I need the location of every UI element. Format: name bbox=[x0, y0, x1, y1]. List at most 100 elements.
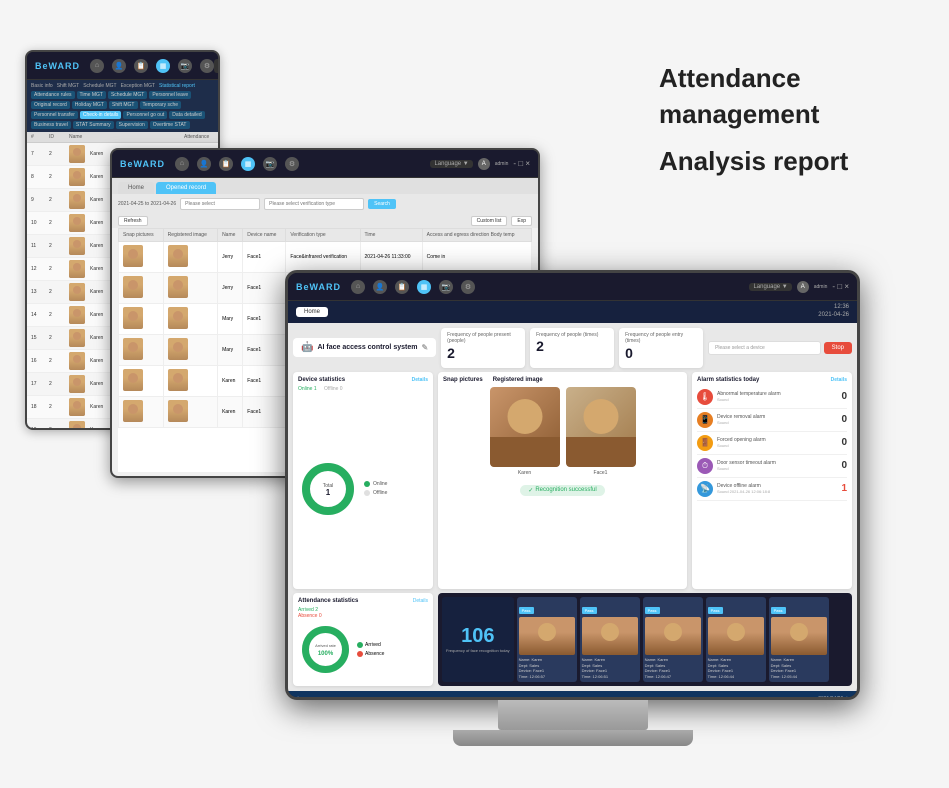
alarm-details-link[interactable]: Details bbox=[831, 377, 847, 383]
thumb2-info: Name: KarenDept: SalesDevice: Face1Time:… bbox=[582, 657, 638, 679]
sub-supervision[interactable]: Supervision bbox=[116, 121, 148, 129]
nav-icon-cam[interactable]: 📷 bbox=[178, 59, 192, 73]
nav-icon-home[interactable]: ⌂ bbox=[90, 59, 104, 73]
tab-home[interactable]: Home bbox=[118, 182, 154, 194]
door-alarm-count: 0 bbox=[835, 460, 847, 471]
sub-datadetail[interactable]: Data detailed bbox=[169, 111, 204, 119]
search-input[interactable] bbox=[180, 198, 260, 210]
search-btn[interactable]: Search bbox=[368, 199, 396, 209]
large-admin-avatar: A bbox=[797, 281, 809, 293]
face-recognition-card: Snap pictures Registered image Karen Fac… bbox=[438, 372, 687, 590]
th-verif: Verification type bbox=[286, 229, 360, 242]
device-stats-detail[interactable]: Details bbox=[412, 377, 428, 383]
stop-btn[interactable]: Stop bbox=[824, 342, 852, 354]
alarm-title-label: Alarm statistics today bbox=[697, 377, 759, 383]
nav-icon-user[interactable]: 👤 bbox=[112, 59, 126, 73]
td-verif: Face&infrared verification bbox=[286, 242, 360, 273]
med-navbar: BeWARD ⌂ 👤 📋 ▦ 📷 ⚙ Language ▼ A admin - … bbox=[112, 150, 538, 178]
snap-img bbox=[123, 338, 143, 360]
list-header: # ID Name Attendance bbox=[27, 132, 218, 143]
door-alarm-label: Door sensor timeout alarm Sound bbox=[717, 460, 831, 472]
sub-holiday[interactable]: Holiday MGT bbox=[72, 101, 107, 109]
med-nav-gear[interactable]: ⚙ bbox=[285, 157, 299, 171]
thumb1-img bbox=[519, 617, 575, 655]
attendance-title-row: Attendance statistics Details bbox=[298, 598, 428, 604]
large-nav-doc[interactable]: 📋 bbox=[395, 280, 409, 294]
sub-stat[interactable]: STAT Summary bbox=[73, 121, 114, 129]
offline-legend-label: Offline bbox=[373, 490, 387, 496]
lang-btn[interactable]: Language ▼ bbox=[214, 59, 220, 73]
sub-shift2[interactable]: Shift MGT bbox=[109, 101, 138, 109]
search-input2[interactable] bbox=[264, 198, 364, 210]
export-btn[interactable]: Exp bbox=[511, 216, 532, 226]
attendance-detail[interactable]: Details bbox=[413, 598, 428, 604]
refresh-btn[interactable]: Refresh bbox=[118, 216, 148, 226]
td-device: Face1 bbox=[243, 304, 286, 335]
med-nav-user[interactable]: 👤 bbox=[197, 157, 211, 171]
sub-attendance[interactable]: Attendance rules bbox=[31, 91, 75, 99]
custom-list-btn[interactable]: Custom list bbox=[471, 216, 508, 226]
alarm-item-forced: 🚪 Forced opening alarm Sound 0 bbox=[697, 432, 847, 455]
face-card-headers: Snap pictures Registered image bbox=[443, 377, 682, 383]
large-nav-home[interactable]: ⌂ bbox=[351, 280, 365, 294]
med-nav-active[interactable]: ▦ bbox=[241, 157, 255, 171]
med-nav-cam[interactable]: 📷 bbox=[263, 157, 277, 171]
med-nav-home[interactable]: ⌂ bbox=[175, 157, 189, 171]
att-legend: Arrived Absence bbox=[357, 642, 384, 657]
reg-img bbox=[168, 276, 188, 298]
tab-opened-record[interactable]: Opened record bbox=[156, 182, 216, 194]
device-stats-title: Device statistics Details bbox=[298, 377, 428, 383]
device-select[interactable]: Please select a device bbox=[708, 341, 821, 355]
snap-face-col: Karen bbox=[490, 387, 560, 476]
sub-time[interactable]: Time MGT bbox=[77, 91, 106, 99]
home-topbar-btn[interactable]: Home bbox=[296, 307, 328, 317]
large-status-bar: ⊙ 2021/04/26 ◎ bbox=[288, 691, 857, 700]
large-nav-user[interactable]: 👤 bbox=[373, 280, 387, 294]
sub-sched[interactable]: Schedule MGT bbox=[108, 91, 147, 99]
col-attendance: Attendance bbox=[184, 134, 214, 140]
freq-times-label: Frequency of people (times) bbox=[536, 332, 598, 339]
sub-original[interactable]: Original record bbox=[31, 101, 70, 109]
large-monitor-base bbox=[453, 730, 693, 746]
nav-icon-gear[interactable]: ⚙ bbox=[200, 59, 214, 73]
menu-shift[interactable]: Shift MGT bbox=[57, 83, 80, 89]
sub-transfer[interactable]: Personnel transfer bbox=[31, 111, 78, 119]
td-device: Face1 bbox=[243, 335, 286, 366]
menu-statistical[interactable]: Statistical report bbox=[159, 83, 195, 89]
large-nav-cam[interactable]: 📷 bbox=[439, 280, 453, 294]
alarm-item-temp: 🌡 Abnormal temperature alarm Sound 0 bbox=[697, 386, 847, 409]
small-nav-icons: ⌂ 👤 📋 ▦ 📷 ⚙ bbox=[90, 59, 214, 73]
sub-checkin[interactable]: Check-in details bbox=[80, 111, 122, 119]
menu-basic[interactable]: Basic info bbox=[31, 83, 53, 89]
sub-temp[interactable]: Temporary sche bbox=[140, 101, 182, 109]
device-alarm-sub: Sound bbox=[717, 420, 831, 425]
nav-icon-doc[interactable]: 📋 bbox=[134, 59, 148, 73]
menu-schedule[interactable]: Schedule MGT bbox=[83, 83, 116, 89]
med-search-bar: 2021-04-25 to 2021-04-26 Search bbox=[112, 194, 538, 214]
sub-overtime[interactable]: Overtime STAT bbox=[150, 121, 190, 129]
sub-leave[interactable]: Personnel leave bbox=[149, 91, 191, 99]
menu-exception[interactable]: Exception MGT bbox=[121, 83, 155, 89]
thumb3-face bbox=[664, 623, 682, 641]
large-lang-btn[interactable]: Language ▼ bbox=[749, 283, 791, 291]
thumb5-info: Name: KarenDept: SalesDevice: Face1Time:… bbox=[771, 657, 827, 679]
med-nav-doc[interactable]: 📋 bbox=[219, 157, 233, 171]
nav-icon-active[interactable]: ▦ bbox=[156, 59, 170, 73]
large-nav-active[interactable]: ▦ bbox=[417, 280, 431, 294]
th-device: Device name bbox=[243, 229, 286, 242]
small-nav-right: Language ▼ A admin - □ × bbox=[214, 57, 220, 75]
med-lang-btn[interactable]: Language ▼ bbox=[430, 160, 472, 168]
sub-business[interactable]: Business travel bbox=[31, 121, 71, 129]
sub-goout[interactable]: Personnel go out bbox=[123, 111, 167, 119]
large-topbar: Home 12:36 2021-04-26 bbox=[288, 301, 857, 323]
forced-alarm-sub: Sound bbox=[717, 443, 831, 448]
table-row[interactable]: Jerry Face1 Face&infrared verification 2… bbox=[119, 242, 532, 273]
online-legend-label: Online bbox=[373, 481, 387, 487]
large-nav-gear[interactable]: ⚙ bbox=[461, 280, 475, 294]
device-alarm-icon: 📱 bbox=[697, 412, 713, 428]
recognition-badge: ✓ Recognition successful bbox=[520, 485, 604, 496]
donut-chart: Total 1 bbox=[298, 459, 358, 519]
absent-stat: Absence 0 bbox=[298, 613, 428, 619]
edit-icon[interactable]: ✎ bbox=[421, 343, 428, 352]
face-images: Karen Face1 bbox=[443, 387, 682, 476]
